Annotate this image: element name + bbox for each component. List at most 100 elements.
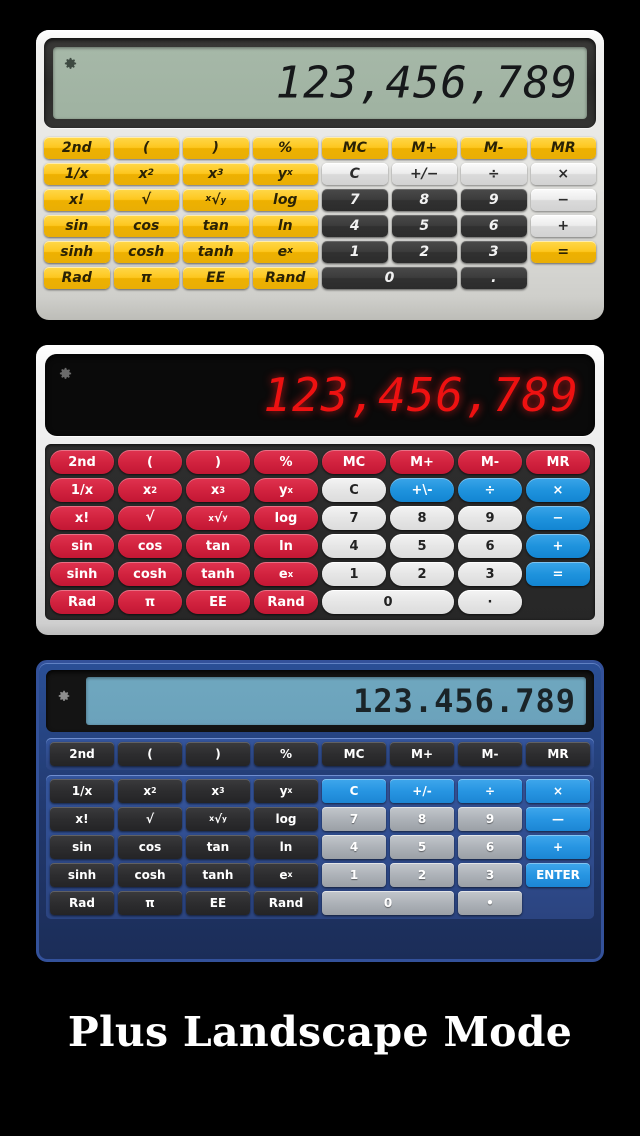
key-5[interactable]: 5 [391, 215, 457, 237]
key-7[interactable]: 7 [322, 807, 386, 831]
key-sinh[interactable]: sinh [50, 562, 114, 586]
key-multiply[interactable]: × [526, 779, 590, 803]
key-enter[interactable]: ENTER [526, 863, 590, 887]
key-log[interactable]: log [252, 189, 318, 211]
key-power[interactable]: yx [254, 779, 318, 803]
key-mc[interactable]: MC [322, 137, 388, 159]
gear-icon[interactable] [58, 366, 73, 381]
key-m-minus[interactable]: M- [458, 742, 522, 766]
key-7[interactable]: 7 [322, 506, 386, 530]
key-m-plus[interactable]: M+ [390, 742, 454, 766]
key-minus[interactable]: — [526, 807, 590, 831]
key-clear[interactable]: C [322, 163, 388, 185]
key-pi[interactable]: π [118, 891, 182, 915]
key-rad[interactable]: Rad [44, 267, 110, 289]
key-cosh[interactable]: cosh [113, 241, 179, 263]
key-reciprocal[interactable]: 1/x [50, 478, 114, 502]
key-power[interactable]: yx [254, 478, 318, 502]
key-square[interactable]: x2 [113, 163, 179, 185]
key-mr[interactable]: MR [526, 450, 590, 474]
key-log[interactable]: log [254, 807, 318, 831]
key-exp[interactable]: ex [254, 863, 318, 887]
key-sinh[interactable]: sinh [44, 241, 110, 263]
key-3[interactable]: 3 [461, 241, 527, 263]
key-sign[interactable]: +/− [391, 163, 457, 185]
key-factorial[interactable]: x! [44, 189, 110, 211]
key-0[interactable]: 0 [322, 891, 454, 915]
key-tanh[interactable]: tanh [186, 863, 250, 887]
key-tanh[interactable]: tanh [186, 562, 250, 586]
key-sqrt[interactable]: √ [118, 506, 182, 530]
key-2[interactable]: 2 [390, 863, 454, 887]
key-2[interactable]: 2 [391, 241, 457, 263]
key-rad[interactable]: Rad [50, 891, 114, 915]
key-cos[interactable]: cos [113, 215, 179, 237]
key-m-minus[interactable]: M- [458, 450, 522, 474]
key-m-plus[interactable]: M+ [391, 137, 457, 159]
key-0[interactable]: 0 [322, 590, 454, 614]
key-close-paren[interactable]: ) [183, 137, 249, 159]
key-nth-root[interactable]: x √ y [186, 506, 250, 530]
key-sin[interactable]: sin [50, 534, 114, 558]
key-tanh[interactable]: tanh [183, 241, 249, 263]
key-equals[interactable]: = [530, 241, 596, 263]
key-4[interactable]: 4 [322, 534, 386, 558]
key-decimal[interactable]: . [461, 267, 527, 289]
key-mr[interactable]: MR [526, 742, 590, 766]
key-9[interactable]: 9 [461, 189, 527, 211]
key-exp[interactable]: ex [254, 562, 318, 586]
key-1[interactable]: 1 [322, 241, 388, 263]
key-power[interactable]: yx [252, 163, 318, 185]
key-tan[interactable]: tan [186, 534, 250, 558]
key-cos[interactable]: cos [118, 835, 182, 859]
key-tan[interactable]: tan [183, 215, 249, 237]
key-open-paren[interactable]: ( [118, 450, 182, 474]
key-cosh[interactable]: cosh [118, 562, 182, 586]
key-3[interactable]: 3 [458, 562, 522, 586]
key-percent[interactable]: % [254, 450, 318, 474]
key-2[interactable]: 2 [390, 562, 454, 586]
key-7[interactable]: 7 [322, 189, 388, 211]
key-1[interactable]: 1 [322, 562, 386, 586]
key-square[interactable]: x2 [118, 779, 182, 803]
key-mc[interactable]: MC [322, 450, 386, 474]
key-nth-root[interactable]: x √ y [186, 807, 250, 831]
key-6[interactable]: 6 [461, 215, 527, 237]
key-close-paren[interactable]: ) [186, 742, 250, 766]
key-open-paren[interactable]: ( [118, 742, 182, 766]
key-divide[interactable]: ÷ [458, 478, 522, 502]
key-m-plus[interactable]: M+ [390, 450, 454, 474]
key-4[interactable]: 4 [322, 835, 386, 859]
key-cos[interactable]: cos [118, 534, 182, 558]
key-minus[interactable]: − [530, 189, 596, 211]
key-plus[interactable]: + [526, 835, 590, 859]
key-pi[interactable]: π [118, 590, 182, 614]
key-mc[interactable]: MC [322, 742, 386, 766]
key-mr[interactable]: MR [530, 137, 596, 159]
key-sin[interactable]: sin [50, 835, 114, 859]
key-sign[interactable]: +\- [390, 478, 454, 502]
key-factorial[interactable]: x! [50, 807, 114, 831]
key-rand[interactable]: Rand [254, 891, 318, 915]
key-2nd[interactable]: 2nd [50, 450, 114, 474]
key-5[interactable]: 5 [390, 835, 454, 859]
key-ln[interactable]: ln [254, 534, 318, 558]
key-cube[interactable]: x3 [186, 478, 250, 502]
key-percent[interactable]: % [252, 137, 318, 159]
key-reciprocal[interactable]: 1/x [50, 779, 114, 803]
key-9[interactable]: 9 [458, 506, 522, 530]
key-ee[interactable]: EE [183, 267, 249, 289]
key-divide[interactable]: ÷ [458, 779, 522, 803]
key-clear[interactable]: C [322, 779, 386, 803]
key-ee[interactable]: EE [186, 891, 250, 915]
key-0[interactable]: 0 [322, 267, 457, 289]
key-decimal[interactable]: · [458, 590, 522, 614]
key-rad[interactable]: Rad [50, 590, 114, 614]
key-pi[interactable]: π [113, 267, 179, 289]
key-sqrt[interactable]: √ [113, 189, 179, 211]
key-reciprocal[interactable]: 1/x [44, 163, 110, 185]
key-5[interactable]: 5 [390, 534, 454, 558]
key-rand[interactable]: Rand [254, 590, 318, 614]
key-ln[interactable]: ln [252, 215, 318, 237]
key-tan[interactable]: tan [186, 835, 250, 859]
